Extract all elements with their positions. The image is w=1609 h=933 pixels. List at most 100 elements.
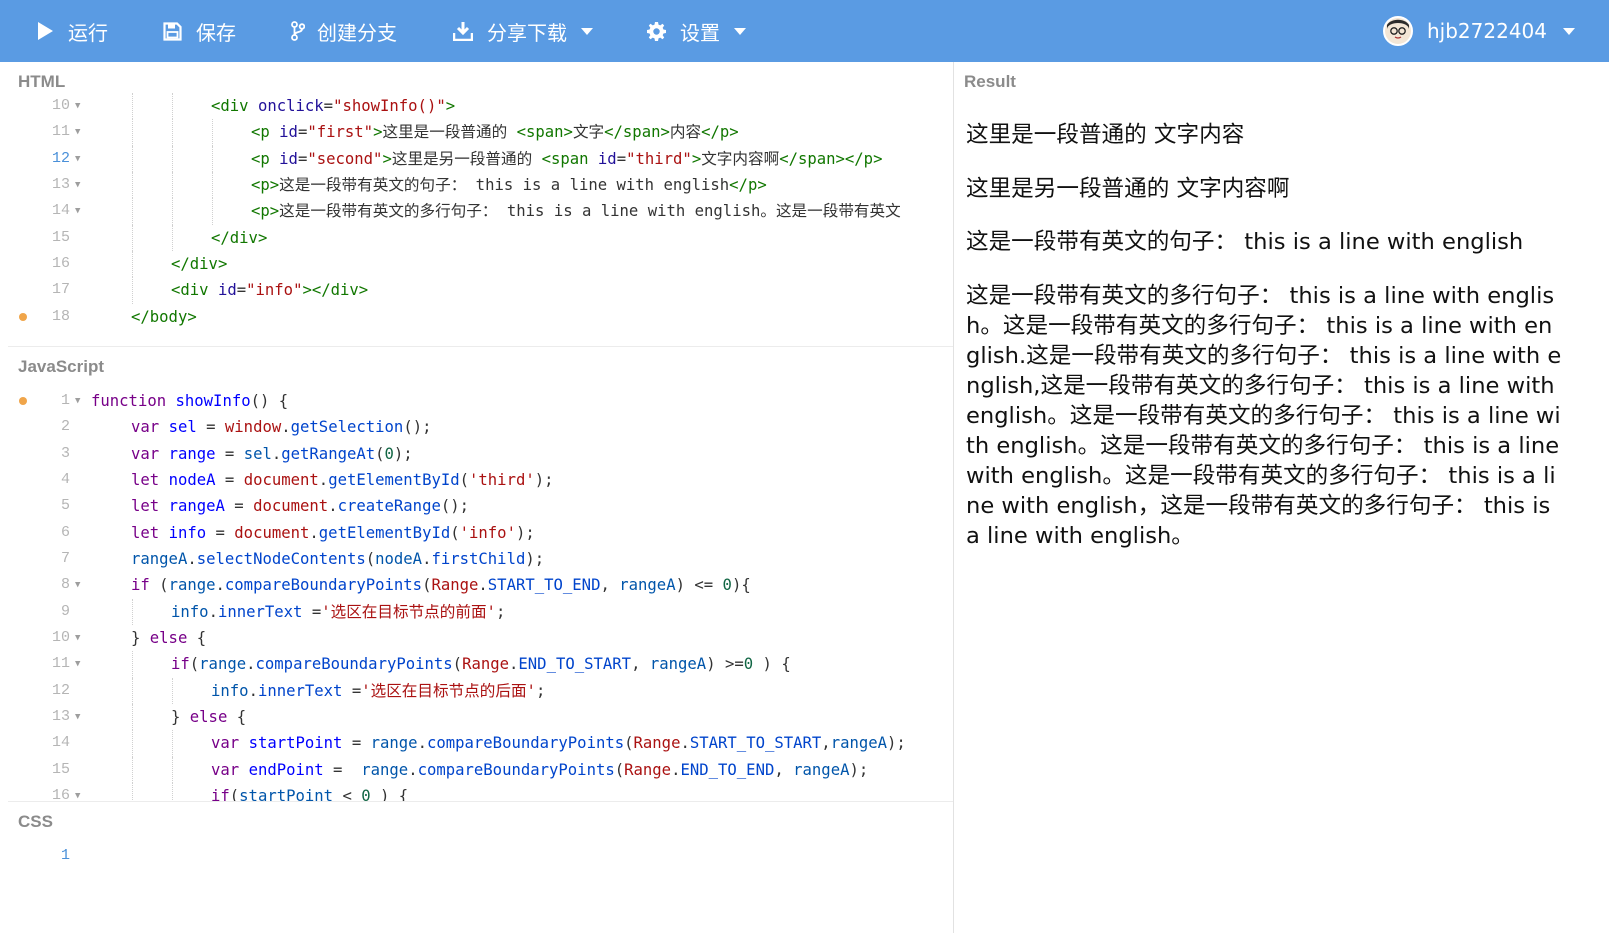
code-text[interactable]: info.innerText ='选区在目标节点的后面'; bbox=[211, 678, 545, 704]
line-gutter[interactable]: 16 bbox=[8, 251, 92, 277]
code-line[interactable]: 8 ▼ if (range.compareBoundaryPoints(Range.… bbox=[8, 572, 953, 598]
javascript-editor-panel[interactable]: JavaScript 1 ▼ function showInfo() {2 var s… bbox=[8, 346, 953, 801]
line-gutter[interactable]: 10 ▼ bbox=[8, 625, 92, 651]
line-gutter[interactable]: 3 bbox=[8, 441, 92, 467]
fold-arrow-icon[interactable]: ▼ bbox=[75, 198, 80, 224]
fold-arrow-icon[interactable]: ▼ bbox=[75, 572, 80, 598]
line-gutter[interactable]: 13 ▼ bbox=[8, 704, 92, 730]
code-text[interactable]: <p id="first">这里是一段普通的 <span>文字</span>内容… bbox=[251, 119, 739, 145]
line-gutter[interactable]: 2 bbox=[8, 414, 92, 440]
line-gutter[interactable]: 18 bbox=[8, 304, 92, 330]
code-text[interactable]: let nodeA = document.getElementById('thi… bbox=[131, 467, 554, 493]
fold-arrow-icon[interactable]: ▼ bbox=[75, 651, 80, 677]
line-gutter[interactable]: 14 ▼ bbox=[8, 198, 92, 224]
fold-arrow-icon[interactable]: ▼ bbox=[75, 172, 80, 198]
code-text[interactable]: if (range.compareBoundaryPoints(Range.ST… bbox=[131, 572, 751, 598]
code-line[interactable]: 6 let info = document.getElementById('inf… bbox=[8, 520, 953, 546]
css-editor-panel[interactable]: CSS 1 bbox=[8, 801, 953, 933]
code-line[interactable]: 17 <div id="info"></div> bbox=[8, 277, 953, 304]
code-text[interactable]: if(startPoint < 0 ) { bbox=[211, 783, 408, 801]
line-gutter[interactable]: 16 ▼ bbox=[8, 783, 92, 801]
code-line[interactable]: 1 bbox=[8, 843, 953, 869]
code-text[interactable]: function showInfo() { bbox=[91, 388, 288, 414]
fold-arrow-icon[interactable]: ▼ bbox=[75, 704, 80, 730]
line-gutter[interactable]: 1 bbox=[8, 843, 92, 869]
line-gutter[interactable]: 6 bbox=[8, 520, 92, 546]
code-line[interactable]: 12 info.innerText ='选区在目标节点的后面'; bbox=[8, 677, 953, 705]
line-gutter[interactable]: 13 ▼ bbox=[8, 172, 92, 198]
fold-arrow-icon[interactable]: ▼ bbox=[75, 93, 80, 119]
code-line[interactable]: 7 rangeA.selectNodeContents(nodeA.firstCh… bbox=[8, 546, 953, 572]
code-text[interactable]: var range = sel.getRangeAt(0); bbox=[131, 441, 413, 467]
html-editor-panel[interactable]: HTML 10 ▼ <div onclick="showInfo()"> 11 ▼ <p … bbox=[8, 62, 953, 346]
line-gutter[interactable]: 14 bbox=[8, 730, 92, 756]
code-text[interactable]: info.innerText ='选区在目标节点的前面'; bbox=[171, 599, 505, 625]
line-gutter[interactable]: 11 ▼ bbox=[8, 651, 92, 677]
settings-menu[interactable]: 设置 bbox=[647, 0, 746, 62]
share-download-menu[interactable]: 分享下载 bbox=[453, 0, 593, 62]
line-gutter[interactable]: 12 ▼ bbox=[8, 146, 92, 172]
fold-arrow-icon[interactable]: ▼ bbox=[75, 625, 80, 651]
code-line[interactable]: 13 ▼ <p>这是一段带有英文的句子： this is a line with e… bbox=[8, 172, 953, 199]
code-line[interactable]: 15 var endPoint = range.compareBoundaryPo… bbox=[8, 756, 953, 784]
code-text[interactable]: } else { bbox=[131, 625, 206, 651]
line-gutter[interactable]: 7 bbox=[8, 546, 92, 572]
fold-arrow-icon[interactable]: ▼ bbox=[75, 119, 80, 145]
line-gutter[interactable]: 12 bbox=[8, 678, 92, 704]
line-gutter[interactable]: 4 bbox=[8, 467, 92, 493]
code-line[interactable]: 5 let rangeA = document.createRange(); bbox=[8, 493, 953, 519]
code-text[interactable]: if(range.compareBoundaryPoints(Range.END… bbox=[171, 651, 791, 677]
line-gutter[interactable]: 15 bbox=[8, 757, 92, 783]
code-line[interactable]: 9 info.innerText ='选区在目标节点的前面'; bbox=[8, 598, 953, 626]
fold-arrow-icon[interactable]: ▼ bbox=[75, 783, 80, 801]
code-line[interactable]: 3 var range = sel.getRangeAt(0); bbox=[8, 441, 953, 467]
code-text[interactable]: </div> bbox=[171, 251, 227, 277]
code-line[interactable]: 1 ▼ function showInfo() { bbox=[8, 388, 953, 414]
fold-arrow-icon[interactable]: ▼ bbox=[75, 388, 80, 414]
line-gutter[interactable]: 9 bbox=[8, 599, 92, 625]
line-gutter[interactable]: 1 ▼ bbox=[8, 388, 92, 414]
create-branch-button[interactable]: 创建分支 bbox=[291, 0, 397, 62]
code-line[interactable]: 11 ▼ <p id="first">这里是一段普通的 <span>文字</span… bbox=[8, 119, 953, 146]
code-line[interactable]: 14 var startPoint = range.compareBoundary… bbox=[8, 730, 953, 757]
line-gutter[interactable]: 15 bbox=[8, 225, 92, 251]
code-line[interactable]: 2 var sel = window.getSelection(); bbox=[8, 414, 953, 440]
code-line[interactable]: 4 let nodeA = document.getElementById('th… bbox=[8, 467, 953, 493]
code-line[interactable]: 12 ▼ <p id="second">这里是另一段普通的 <span id="th… bbox=[8, 145, 953, 173]
code-line[interactable]: 10 ▼ } else { bbox=[8, 625, 953, 651]
code-text[interactable]: var startPoint = range.compareBoundaryPo… bbox=[211, 730, 906, 756]
code-text[interactable]: let rangeA = document.createRange(); bbox=[131, 493, 469, 519]
save-button[interactable]: 保存 bbox=[163, 0, 236, 62]
code-text[interactable]: </body> bbox=[131, 304, 197, 330]
code-line[interactable]: 14 ▼ <p>这是一段带有英文的多行句子： this is a line with… bbox=[8, 198, 953, 225]
code-text[interactable]: <p>这是一段带有英文的多行句子： this is a line with en… bbox=[251, 198, 901, 224]
javascript-code-area[interactable]: 1 ▼ function showInfo() {2 var sel = window… bbox=[8, 388, 953, 801]
code-text[interactable]: <div onclick="showInfo()"> bbox=[211, 93, 455, 119]
code-text[interactable]: var endPoint = range.compareBoundaryPoin… bbox=[211, 757, 868, 783]
code-text[interactable]: rangeA.selectNodeContents(nodeA.firstChi… bbox=[131, 546, 544, 572]
fold-arrow-icon[interactable]: ▼ bbox=[75, 146, 80, 172]
code-line[interactable]: 15 </div> bbox=[8, 224, 953, 252]
line-gutter[interactable]: 5 bbox=[8, 493, 92, 519]
line-gutter[interactable]: 17 bbox=[8, 277, 92, 303]
code-text[interactable]: let info = document.getElementById('info… bbox=[131, 520, 535, 546]
code-text[interactable]: var sel = window.getSelection(); bbox=[131, 414, 431, 440]
code-text[interactable]: </div> bbox=[211, 225, 267, 251]
user-menu[interactable]: hjb2722404 bbox=[1383, 0, 1575, 62]
line-gutter[interactable]: 10 ▼ bbox=[8, 93, 92, 119]
code-text[interactable]: <div id="info"></div> bbox=[171, 277, 368, 303]
code-line[interactable]: 18 </body> bbox=[8, 304, 953, 330]
code-line[interactable]: 16 ▼ if(startPoint < 0 ) { bbox=[8, 783, 953, 801]
css-code-area[interactable]: 1 bbox=[8, 843, 953, 869]
code-line[interactable]: 11 ▼ if(range.compareBoundaryPoints(Range.… bbox=[8, 651, 953, 678]
html-code-area[interactable]: 10 ▼ <div onclick="showInfo()"> 11 ▼ <p id="f… bbox=[8, 93, 953, 330]
code-text[interactable]: <p id="second">这里是另一段普通的 <span id="third… bbox=[251, 146, 882, 172]
line-gutter[interactable]: 11 ▼ bbox=[8, 119, 92, 145]
code-text[interactable]: <p>这是一段带有英文的句子： this is a line with engl… bbox=[251, 172, 767, 198]
code-line[interactable]: 13 ▼ } else { bbox=[8, 704, 953, 731]
line-gutter[interactable]: 8 ▼ bbox=[8, 572, 92, 598]
code-text[interactable]: } else { bbox=[171, 704, 246, 730]
code-line[interactable]: 10 ▼ <div onclick="showInfo()"> bbox=[8, 93, 953, 120]
code-line[interactable]: 16 </div> bbox=[8, 251, 953, 278]
run-button[interactable]: 运行 bbox=[36, 0, 108, 62]
